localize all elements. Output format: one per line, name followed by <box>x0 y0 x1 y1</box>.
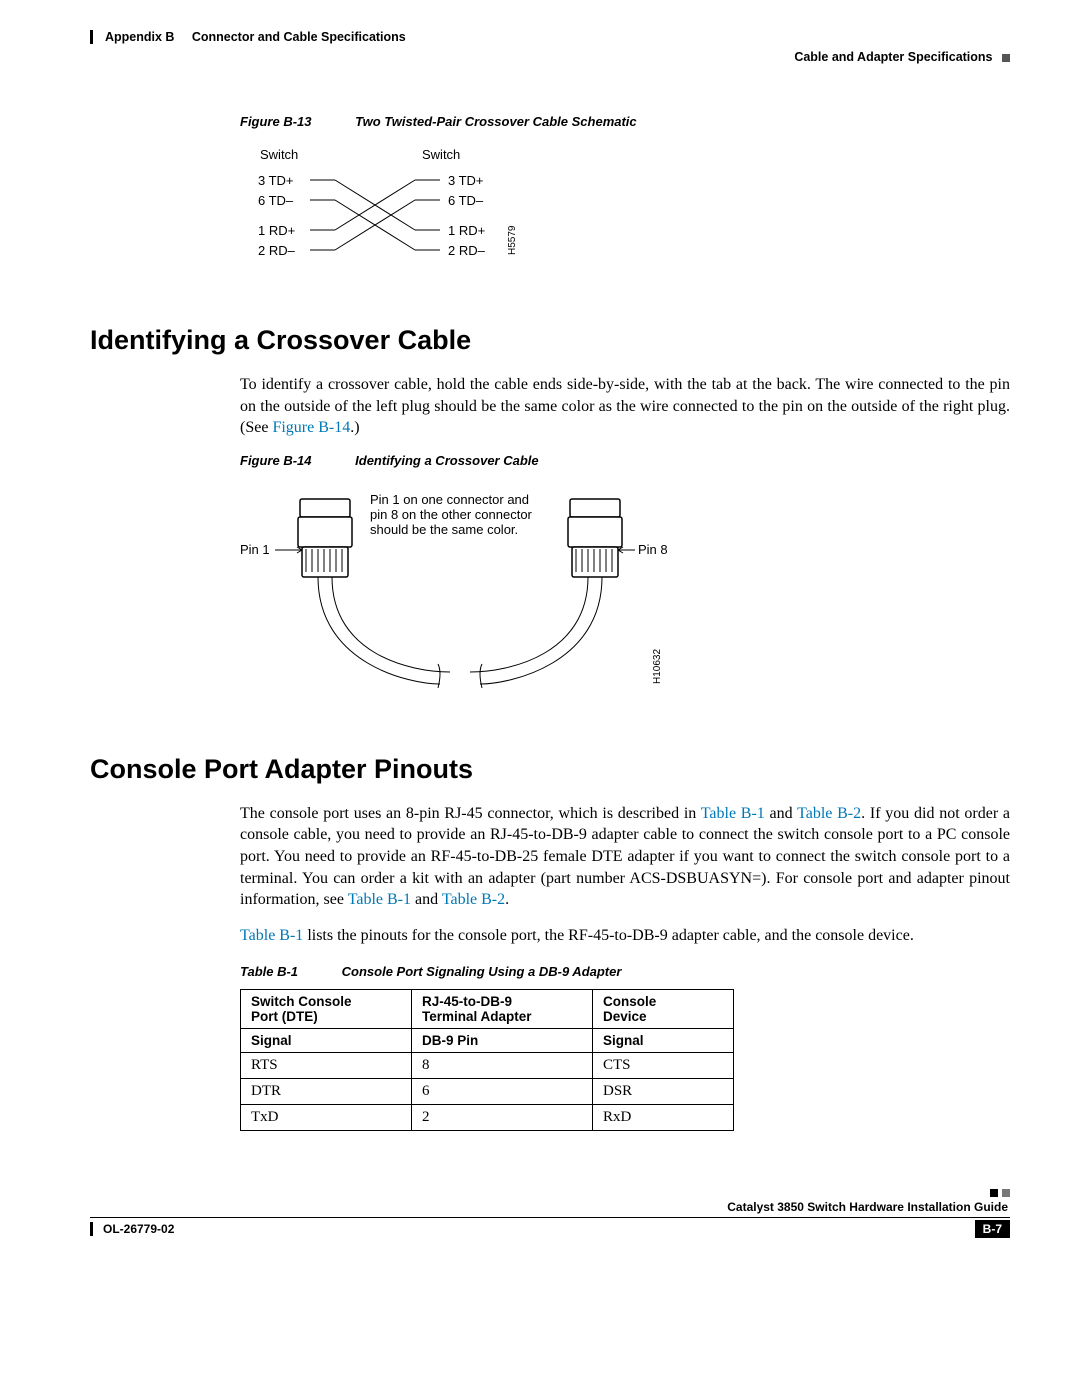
chapter-title: Connector and Cable Specifications <box>192 30 406 44</box>
subheader: DB-9 Pin <box>412 1029 593 1053</box>
footer-marker-icon <box>1002 1189 1010 1197</box>
table-b1-label: Table B-1 <box>240 964 298 979</box>
table-b1: Switch ConsolePort (DTE) RJ-45-to-DB-9Te… <box>240 989 734 1131</box>
figure-b13-title: Two Twisted-Pair Crossover Cable Schemat… <box>355 114 637 129</box>
crossover-schematic-svg: text { font-family: Arial, Helvetica, sa… <box>240 145 560 285</box>
xref-table-b2-b[interactable]: Table B-2 <box>442 891 505 908</box>
table-row: DTR 6 DSR <box>241 1079 734 1105</box>
figure-b14-label: Figure B-14 <box>240 453 312 468</box>
subheader: Signal <box>241 1029 412 1053</box>
svg-text:should be the same color.: should be the same color. <box>370 522 518 537</box>
header-marker-icon <box>1002 54 1010 62</box>
col-header: RJ-45-to-DB-9Terminal Adapter <box>412 990 593 1029</box>
left-switch-label: Switch <box>260 147 298 162</box>
svg-text:1 RD+: 1 RD+ <box>258 223 295 238</box>
page-footer: Catalyst 3850 Switch Hardware Installati… <box>90 1181 1010 1238</box>
table-row: RTS 8 CTS <box>241 1053 734 1079</box>
xref-figure-b14[interactable]: Figure B-14 <box>272 419 350 436</box>
svg-text:2 RD–: 2 RD– <box>258 243 296 258</box>
section-identifying-crossover: Identifying a Crossover Cable <box>90 325 1010 356</box>
pin8-label: Pin 8 <box>638 542 668 557</box>
section-console-port-adapter: Console Port Adapter Pinouts <box>90 754 1010 785</box>
subheader: Signal <box>593 1029 734 1053</box>
xref-table-b1-b[interactable]: Table B-1 <box>348 891 411 908</box>
svg-text:1 RD+: 1 RD+ <box>448 223 485 238</box>
xref-table-b1-a[interactable]: Table B-1 <box>701 805 765 822</box>
drawing-id: H10632 <box>652 648 663 683</box>
running-header: Appendix B Connector and Cable Specifica… <box>90 30 1010 44</box>
paragraph-console-1: The console port uses an 8-pin RJ-45 con… <box>240 803 1010 911</box>
pin1-label: Pin 1 <box>240 542 270 557</box>
page-number: B-7 <box>975 1220 1010 1238</box>
footer-guide-title: Catalyst 3850 Switch Hardware Installati… <box>90 1200 1010 1214</box>
xref-table-b1-c[interactable]: Table B-1 <box>240 927 303 944</box>
xref-table-b2-a[interactable]: Table B-2 <box>797 805 861 822</box>
figure-b13-label: Figure B-13 <box>240 114 312 129</box>
paragraph-console-2: Table B-1 lists the pinouts for the cons… <box>240 925 1010 947</box>
table-row: TxD 2 RxD <box>241 1105 734 1131</box>
svg-text:6 TD–: 6 TD– <box>448 193 484 208</box>
svg-text:Pin 1 on one connector and: Pin 1 on one connector and <box>370 492 529 507</box>
paragraph-crossover: To identify a crossover cable, hold the … <box>240 374 1010 439</box>
figure-b14-caption: Figure B-14 Identifying a Crossover Cabl… <box>240 453 1010 468</box>
figure-b13: text { font-family: Arial, Helvetica, sa… <box>240 145 1010 285</box>
figure-b14-title: Identifying a Crossover Cable <box>355 453 539 468</box>
col-header: ConsoleDevice <box>593 990 734 1029</box>
svg-text:pin 8 on the other connector: pin 8 on the other connector <box>370 507 533 522</box>
figure-b14: text { font-family: Arial, Helvetica, sa… <box>240 484 1010 714</box>
svg-text:2 RD–: 2 RD– <box>448 243 486 258</box>
appendix-label: Appendix B <box>105 30 174 44</box>
table-b1-caption: Table B-1 Console Port Signaling Using a… <box>240 964 1010 979</box>
crossover-cable-svg: text { font-family: Arial, Helvetica, sa… <box>240 484 700 714</box>
figure-b13-caption: Figure B-13 Two Twisted-Pair Crossover C… <box>240 114 1010 129</box>
svg-text:3 TD+: 3 TD+ <box>258 173 294 188</box>
svg-text:6 TD–: 6 TD– <box>258 193 294 208</box>
subsection-title: Cable and Adapter Specifications <box>794 50 992 64</box>
running-subheader: Cable and Adapter Specifications <box>90 50 1010 64</box>
svg-text:3 TD+: 3 TD+ <box>448 173 484 188</box>
footer-marker-icon <box>990 1189 998 1197</box>
right-switch-label: Switch <box>422 147 460 162</box>
drawing-id: H5579 <box>507 225 518 255</box>
col-header: Switch ConsolePort (DTE) <box>241 990 412 1029</box>
table-b1-title: Console Port Signaling Using a DB-9 Adap… <box>342 964 622 979</box>
footer-docnum: OL-26779-02 <box>90 1222 174 1236</box>
